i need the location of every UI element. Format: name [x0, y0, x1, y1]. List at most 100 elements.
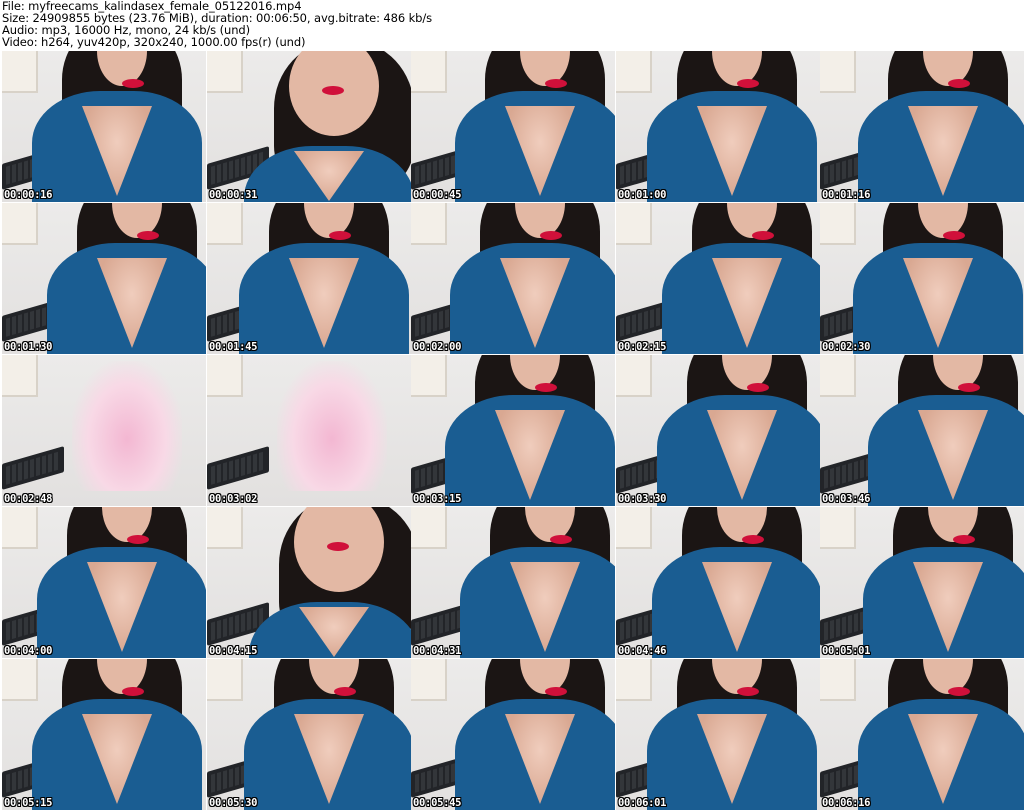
lips: [545, 687, 567, 696]
thumbnail-timestamp: 00:03:15: [413, 493, 462, 505]
lips: [137, 231, 159, 240]
wall-frame: [616, 507, 652, 549]
video-thumbnail: 00:02:00: [411, 203, 615, 354]
video-thumbnail: 00:02:48: [2, 355, 206, 506]
thumbnail-timestamp: 00:01:45: [209, 341, 258, 353]
lips: [127, 535, 149, 544]
thumbnail-timestamp: 00:06:16: [822, 797, 871, 809]
thumbnail-timestamp: 00:05:01: [822, 645, 871, 657]
thumbnail-timestamp: 00:00:16: [4, 189, 53, 201]
wall-frame: [616, 51, 652, 93]
wall-frame: [2, 355, 38, 397]
lips: [540, 231, 562, 240]
wall-frame: [820, 507, 856, 549]
thumbnail-timestamp: 00:03:46: [822, 493, 871, 505]
video-thumbnail: 00:00:31: [207, 51, 411, 202]
video-thumbnail: 00:04:15: [207, 507, 411, 658]
video-thumbnail: 00:04:31: [411, 507, 615, 658]
wall-frame: [820, 355, 856, 397]
wall-frame: [616, 203, 652, 245]
thumbnail-timestamp: 00:00:31: [209, 189, 258, 201]
thumbnail-grid: 00:00:16 00:00:31 00:00:45 00:01:00 00:01:16…: [0, 51, 1024, 811]
lips: [329, 231, 351, 240]
lips: [122, 79, 144, 88]
wall-frame: [820, 203, 856, 245]
video-thumbnail: 00:00:45: [411, 51, 615, 202]
thumbnail-timestamp: 00:02:30: [822, 341, 871, 353]
video-thumbnail: 00:06:01: [616, 659, 820, 810]
pink-fabric: [277, 361, 387, 491]
thumbnail-timestamp: 00:00:45: [413, 189, 462, 201]
lips: [948, 687, 970, 696]
thumbnail-timestamp: 00:04:15: [209, 645, 258, 657]
thumbnail-timestamp: 00:02:15: [618, 341, 667, 353]
thumbnail-timestamp: 00:05:30: [209, 797, 258, 809]
lips: [752, 231, 774, 240]
thumbnail-timestamp: 00:05:15: [4, 797, 53, 809]
video-thumbnail: 00:06:16: [820, 659, 1024, 810]
thumbnail-timestamp: 00:02:00: [413, 341, 462, 353]
video-thumbnail: 00:03:02: [207, 355, 411, 506]
wall-frame: [411, 507, 447, 549]
thumbnail-timestamp: 00:04:31: [413, 645, 462, 657]
video-thumbnail: 00:03:30: [616, 355, 820, 506]
video-info-line: Video: h264, yuv420p, 320x240, 1000.00 f…: [2, 35, 306, 49]
video-thumbnail: 00:05:15: [2, 659, 206, 810]
video-thumbnail: 00:04:00: [2, 507, 206, 658]
lips: [535, 383, 557, 392]
wall-frame: [207, 507, 243, 549]
wall-frame: [2, 659, 38, 701]
pink-fabric: [72, 361, 182, 491]
thumbnail-timestamp: 00:03:30: [618, 493, 667, 505]
video-thumbnail: 00:04:46: [616, 507, 820, 658]
thumbnail-timestamp: 00:04:46: [618, 645, 667, 657]
lips: [550, 535, 572, 544]
thumbnail-timestamp: 00:01:16: [822, 189, 871, 201]
lips: [948, 79, 970, 88]
lips: [327, 542, 349, 551]
wall-frame: [616, 355, 652, 397]
lips: [958, 383, 980, 392]
video-thumbnail: 00:05:01: [820, 507, 1024, 658]
video-thumbnail: 00:05:30: [207, 659, 411, 810]
thumbnail-timestamp: 00:02:48: [4, 493, 53, 505]
lips: [747, 383, 769, 392]
video-thumbnail: 00:01:16: [820, 51, 1024, 202]
lips: [943, 231, 965, 240]
lips: [122, 687, 144, 696]
video-thumbnail: 00:02:30: [820, 203, 1024, 354]
video-thumbnail: 00:05:45: [411, 659, 615, 810]
lips: [545, 79, 567, 88]
wall-frame: [411, 203, 447, 245]
lips: [322, 86, 344, 95]
video-thumbnail: 00:00:16: [2, 51, 206, 202]
thumbnail-timestamp: 00:01:00: [618, 189, 667, 201]
video-thumbnail: 00:03:15: [411, 355, 615, 506]
lips: [737, 687, 759, 696]
wall-frame: [207, 659, 243, 701]
video-thumbnail: 00:02:15: [616, 203, 820, 354]
lips: [742, 535, 764, 544]
thumbnail-timestamp: 00:03:02: [209, 493, 258, 505]
wall-frame: [616, 659, 652, 701]
wall-frame: [820, 51, 856, 93]
thumbnail-timestamp: 00:01:30: [4, 341, 53, 353]
file-info-header: File: myfreecams_kalindasex_female_05122…: [0, 0, 1024, 50]
wall-frame: [2, 507, 38, 549]
video-thumbnail: 00:03:46: [820, 355, 1024, 506]
video-thumbnail: 00:01:00: [616, 51, 820, 202]
thumbnail-timestamp: 00:05:45: [413, 797, 462, 809]
wall-frame: [411, 659, 447, 701]
thumbnail-timestamp: 00:06:01: [618, 797, 667, 809]
wall-frame: [2, 203, 38, 245]
wall-frame: [411, 51, 447, 93]
wall-frame: [207, 51, 243, 93]
video-thumbnail: 00:01:45: [207, 203, 411, 354]
wall-frame: [207, 355, 243, 397]
wall-frame: [207, 203, 243, 245]
video-thumbnail: 00:01:30: [2, 203, 206, 354]
lips: [953, 535, 975, 544]
wall-frame: [411, 355, 447, 397]
lips: [334, 687, 356, 696]
lips: [737, 79, 759, 88]
